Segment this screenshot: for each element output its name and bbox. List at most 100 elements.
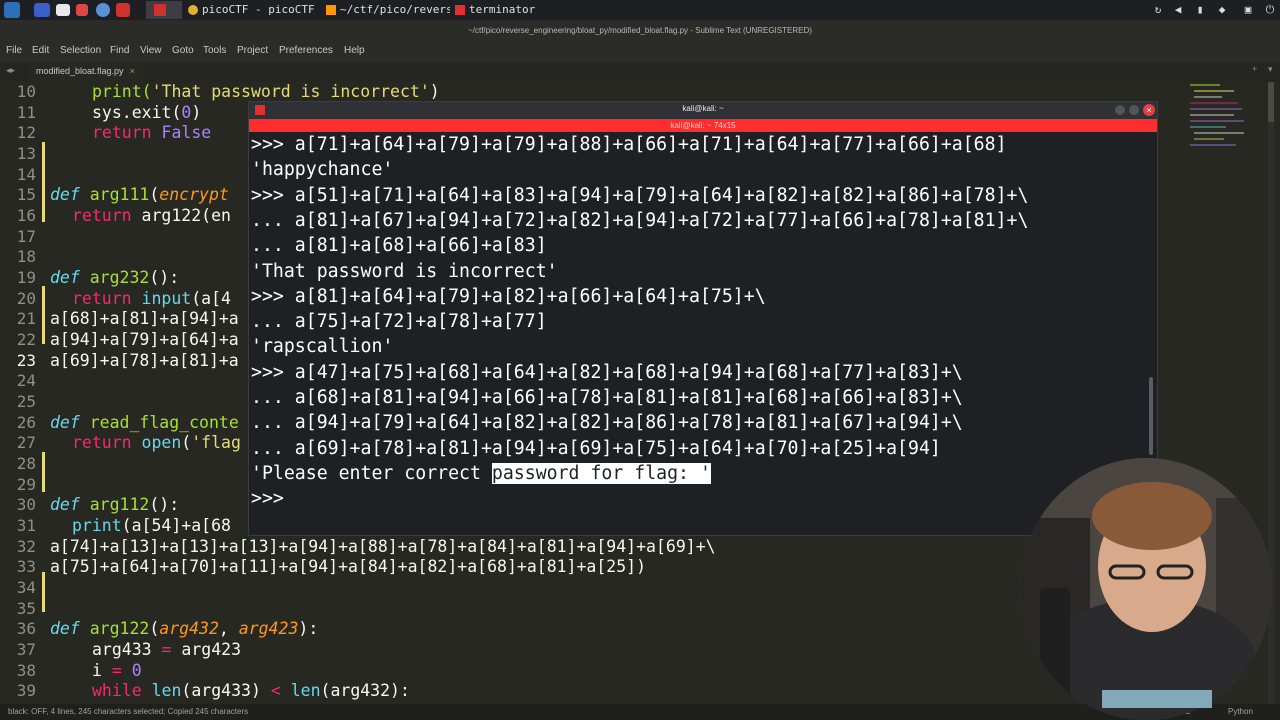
menu-edit[interactable]: Edit (32, 45, 49, 56)
terminal-line: >>> a[47]+a[75]+a[68]+a[64]+a[82]+a[68]+… (251, 362, 963, 383)
code-line: def arg111(encrypt (50, 185, 229, 205)
line-number: 39 (16, 681, 36, 700)
taskbar-tab-terminal[interactable] (146, 1, 182, 19)
minimap[interactable] (1190, 82, 1258, 152)
code-line: def arg112(): (50, 495, 179, 515)
chrome-icon[interactable] (96, 3, 110, 17)
add-tab-icon[interactable]: + (1252, 64, 1257, 74)
terminal-window[interactable]: kali@kali: ~ × kali@kali: ~ 74x15 >>> a[… (248, 101, 1158, 536)
terminal-scrollbar[interactable] (1149, 377, 1153, 455)
taskbar-tab-chrome[interactable]: picoCTF - picoCTF 2022 ... (188, 1, 318, 19)
code-line: i = 0 (92, 661, 142, 681)
code-token: ) (429, 82, 440, 101)
audio-icon[interactable]: ◀ (1172, 4, 1184, 16)
code-line: a[94]+a[79]+a[64]+a (50, 330, 239, 349)
lock-icon[interactable]: ▣ (1242, 4, 1254, 16)
code-token: i (92, 661, 102, 680)
webcam-overlay (1020, 458, 1272, 720)
taskbar-tab-terminator[interactable]: terminator (455, 1, 565, 19)
terminal-line: 'That password is incorrect' (251, 261, 558, 282)
selected-text[interactable]: password for flag: ' (491, 463, 711, 484)
menu-goto[interactable]: Goto (172, 45, 194, 56)
taskbar-tab-sublime[interactable]: ~/ctf/pico/reverse_engi... (326, 1, 450, 19)
battery-icon[interactable]: ▮ (1194, 4, 1206, 16)
code-token: arg122 (89, 619, 150, 638)
code-token: 0 (131, 661, 142, 680)
terminal-icon[interactable] (116, 3, 130, 17)
tab-modified-bloat[interactable]: modified_bloat.flag.py × (28, 62, 143, 82)
menu-file[interactable]: File (6, 45, 22, 56)
terminal-tab[interactable]: kali@kali: ~ 74x15 (249, 119, 1157, 132)
terminal-line: ... a[81]+a[67]+a[94]+a[72]+a[82]+a[94]+… (251, 210, 1029, 231)
top-panel: picoCTF - picoCTF 2022 ... ~/ctf/pico/re… (0, 0, 1280, 20)
close-icon[interactable]: × (1143, 104, 1155, 116)
maximize-icon[interactable] (1129, 105, 1139, 115)
line-number: 24 (16, 371, 36, 390)
code-line: def read_flag_conte (50, 413, 239, 433)
code-token: open (141, 433, 182, 452)
line-number: 32 (16, 537, 36, 556)
line-number: 17 (16, 227, 36, 246)
line-number: 35 (16, 599, 36, 618)
terminator-icon (255, 105, 265, 115)
menu-find[interactable]: Find (110, 45, 129, 56)
code-token: read_flag_conte (89, 413, 239, 432)
code-token: arg423 (181, 640, 242, 659)
code-token: encrypt (159, 185, 229, 204)
terminal-line: ... a[81]+a[68]+a[66]+a[83] (251, 235, 547, 256)
code-token: arg111 (89, 185, 150, 204)
code-token: print (72, 516, 122, 535)
code-token: arg232 (89, 268, 150, 287)
code-line: return False (92, 123, 211, 143)
terminal-output-text: 'Please enter correct (251, 463, 492, 484)
status-syntax[interactable]: Python (1228, 704, 1253, 720)
code-token: len (151, 681, 182, 700)
close-icon[interactable]: × (130, 62, 135, 80)
code-token: return (72, 289, 132, 308)
line-number: 21 (16, 309, 36, 328)
workspace-1-icon[interactable] (34, 3, 50, 17)
code-token: return (72, 206, 132, 225)
menu-preferences[interactable]: Preferences (279, 45, 333, 56)
files-icon[interactable] (56, 4, 70, 16)
menu-help[interactable]: Help (344, 45, 365, 56)
code-line: a[68]+a[81]+a[94]+a (50, 309, 239, 328)
tab-label: modified_bloat.flag.py (36, 66, 124, 76)
line-number: 36 (16, 619, 36, 638)
code-token: input (141, 289, 192, 308)
code-token: ( (149, 619, 160, 638)
kali-menu-icon[interactable] (4, 2, 20, 18)
code-token: def (50, 619, 80, 638)
minimize-icon[interactable] (1115, 105, 1125, 115)
code-token: (arg432): (320, 681, 410, 700)
code-token: return (92, 123, 152, 142)
firefox-icon[interactable] (76, 4, 88, 16)
chevron-down-icon[interactable]: ▾ (1268, 64, 1273, 75)
menu-view[interactable]: View (140, 45, 162, 56)
notification-icon[interactable]: ◆ (1216, 4, 1228, 16)
code-token: def (50, 268, 80, 287)
line-number: 22 (16, 330, 36, 349)
code-token: arg432 (159, 619, 219, 638)
status-bar: black: OFF, 4 lines, 245 characters sele… (0, 704, 1280, 720)
code-line: print('That password is incorrect') (92, 82, 440, 102)
terminal-title: kali@kali: ~ × (249, 102, 1157, 119)
code-line: sys.exit(0) (92, 103, 201, 123)
line-number: 29 (16, 475, 36, 494)
tab-nav-icon[interactable]: ◂▸ (6, 65, 15, 76)
terminal-line: >>> a[81]+a[64]+a[79]+a[82]+a[66]+a[64]+… (251, 286, 766, 307)
menu-project[interactable]: Project (237, 45, 268, 56)
terminator-icon (455, 5, 465, 15)
refresh-icon[interactable]: ↻ (1152, 4, 1164, 16)
code-token: arg112 (89, 495, 150, 514)
code-token: 'That password is incorrect' (151, 82, 430, 101)
line-number: 26 (16, 413, 36, 432)
code-line: def arg122(arg432, arg423): (50, 619, 318, 639)
power-icon[interactable]: ⏻ (1264, 4, 1276, 16)
code-line: a[74]+a[13]+a[13]+a[13]+a[94]+a[88]+a[78… (50, 537, 716, 556)
line-number: 16 (16, 206, 36, 225)
code-token: (arg433) (181, 681, 271, 700)
terminal-prompt[interactable]: >>> (251, 486, 284, 511)
menu-tools[interactable]: Tools (203, 45, 226, 56)
menu-selection[interactable]: Selection (60, 45, 101, 56)
